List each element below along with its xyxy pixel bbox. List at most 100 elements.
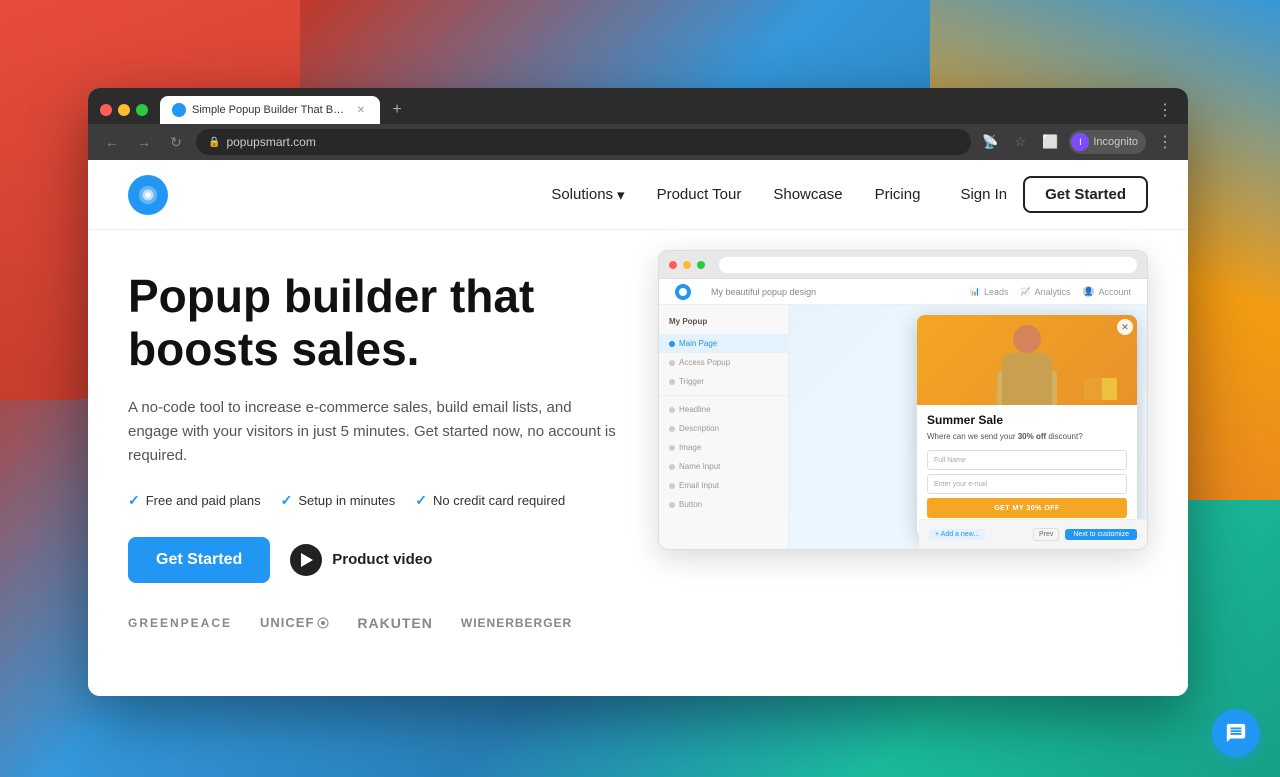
hero-section: Popup builder that boosts sales. A no-co… [88,230,1188,696]
mockup-sidebar: My Popup Main Page Access Popup Trigger [659,305,789,549]
chat-icon [1225,722,1247,744]
browser-chrome: Simple Popup Builder That Bo... ✕ + ⋮ ← … [88,88,1188,160]
browser-menu-icon[interactable]: ⋮ [1154,99,1176,121]
sign-in-button[interactable]: Sign In [960,186,1007,203]
mockup-dot-yellow [683,261,691,269]
mockup-prev-btn[interactable]: Prev [1033,528,1059,541]
nav-solutions[interactable]: Solutions ▾ [551,186,624,204]
popup-content: Summer Sale Where can we send your 30% o… [917,405,1137,537]
mockup-leads-nav: 📊 Leads [970,287,1009,297]
nav-actions: Sign In Get Started [960,176,1148,213]
browser-profile-icon[interactable]: ⬜ [1039,131,1061,153]
brand-wienerberger: wienerberger [461,616,572,630]
refresh-button[interactable]: ↻ [164,130,188,154]
mockup-account-nav: 👤 Account [1083,286,1132,297]
brand-greenpeace: GREENPEACE [128,616,232,630]
tab-favicon [172,103,186,117]
chat-support-button[interactable] [1212,709,1260,757]
mockup-sidebar-headline: Headline [659,400,788,419]
site-navigation: Solutions ▾ Product Tour Showcase [88,160,1188,230]
site-logo[interactable] [128,175,168,215]
get-started-nav-button[interactable]: Get Started [1023,176,1148,213]
mockup-sidebar-main-page: Main Page [659,334,788,353]
mockup-sidebar-email-input: Email Input [659,476,788,495]
mockup-sidebar-trigger: Trigger [659,372,788,391]
product-video-button[interactable]: Product video [290,544,432,576]
popup-preview: ✕ Summer Sale Where can we send your 30%… [917,315,1137,537]
nav-pricing[interactable]: Pricing [875,186,921,203]
mockup-logo-icon [675,284,691,300]
mockup-url-bar [719,257,1137,273]
tab-close-button[interactable]: ✕ [354,103,368,117]
mockup-dot-green [697,261,705,269]
badge-no-credit: ✓ No credit card required [415,492,565,509]
website-content: Solutions ▾ Product Tour Showcase [88,160,1188,696]
ssl-lock-icon: 🔒 [208,137,220,148]
nav-showcase[interactable]: Showcase [773,186,842,203]
check-icon-3: ✓ [415,492,427,509]
url-display: popupsmart.com [226,135,315,149]
mockup-sidebar-description: Description [659,419,788,438]
mockup-browser-bar [659,251,1147,279]
hero-title: Popup builder that boosts sales. [128,270,618,376]
more-options-icon[interactable]: ⋮ [1154,131,1176,153]
brand-logos: GREENPEACE unicef Rakuten wienerberger [128,615,618,631]
mockup-body: My Popup Main Page Access Popup Trigger [659,305,1147,549]
popup-title: Summer Sale [927,413,1127,427]
logo-icon [128,175,168,215]
mockup-add-btn[interactable]: + Add a new... [929,529,985,540]
popup-fullname-input[interactable]: Full Name [927,450,1127,470]
address-bar[interactable]: 🔒 popupsmart.com [196,129,971,155]
browser-tab-active[interactable]: Simple Popup Builder That Bo... ✕ [160,96,380,124]
mockup-sidebar-button: Button [659,495,788,514]
get-started-hero-button[interactable]: Get Started [128,537,270,583]
brand-rakuten: Rakuten [357,615,432,631]
badge-free-paid: ✓ Free and paid plans [128,492,261,509]
popup-close-button[interactable]: ✕ [1117,319,1133,335]
mockup-dot-red [669,261,677,269]
hero-cta: Get Started Product video [128,537,618,583]
forward-button[interactable]: → [132,130,156,154]
mockup-sidebar-image: Image [659,438,788,457]
mockup-next-btn[interactable]: Next to customize [1065,529,1137,540]
toolbar-actions: 📡 ☆ ⬜ I Incognito ⋮ [979,130,1176,154]
hero-badges: ✓ Free and paid plans ✓ Setup in minutes… [128,492,618,509]
tab-bar: Simple Popup Builder That Bo... ✕ + ⋮ [88,88,1188,124]
hero-left: Popup builder that boosts sales. A no-co… [128,260,618,631]
play-icon [290,544,322,576]
incognito-profile-button[interactable]: I Incognito [1069,130,1146,154]
mockup-sidebar-access-popup: Access Popup [659,353,788,372]
close-window-button[interactable] [100,104,112,116]
mockup-bottom-bar: + Add a new... Prev Next to customize [919,519,1147,549]
popup-email-input[interactable]: Enter your e-mail [927,474,1127,494]
traffic-lights [100,104,148,116]
popup-header-image: ✕ [917,315,1137,405]
new-tab-button[interactable]: + [384,97,410,123]
profile-name-label: Incognito [1093,136,1138,148]
browser-toolbar: ← → ↻ 🔒 popupsmart.com 📡 ☆ ⬜ I Incognito… [88,124,1188,160]
back-button[interactable]: ← [100,130,124,154]
check-icon-2: ✓ [281,492,293,509]
cast-icon[interactable]: 📡 [979,131,1001,153]
mockup-main-canvas: Canvas area [789,305,1147,549]
browser-window: Simple Popup Builder That Bo... ✕ + ⋮ ← … [88,88,1188,696]
avatar: I [1071,133,1089,151]
nav-product-tour[interactable]: Product Tour [657,186,742,203]
nav-links: Solutions ▾ Product Tour Showcase [551,186,920,204]
chevron-down-icon: ▾ [617,186,625,204]
popup-cta-button[interactable]: GET MY 30% OFF [927,498,1127,518]
mockup-top-nav: My beautiful popup design 📊 Leads 📈 Anal… [659,279,1147,305]
play-triangle [301,553,313,567]
hero-subtitle: A no-code tool to increase e-commerce sa… [128,396,618,468]
check-icon-1: ✓ [128,492,140,509]
maximize-window-button[interactable] [136,104,148,116]
brand-unicef: unicef [260,615,329,630]
hero-product-mockup: My beautiful popup design 📊 Leads 📈 Anal… [658,250,1148,570]
bookmark-icon[interactable]: ☆ [1009,131,1031,153]
mockup-sidebar-name-input: Name Input [659,457,788,476]
badge-setup: ✓ Setup in minutes [281,492,396,509]
unicef-emblem-icon [317,617,329,629]
tab-title: Simple Popup Builder That Bo... [192,104,348,116]
minimize-window-button[interactable] [118,104,130,116]
mockup-analytics-nav: 📈 Analytics [1021,287,1071,297]
